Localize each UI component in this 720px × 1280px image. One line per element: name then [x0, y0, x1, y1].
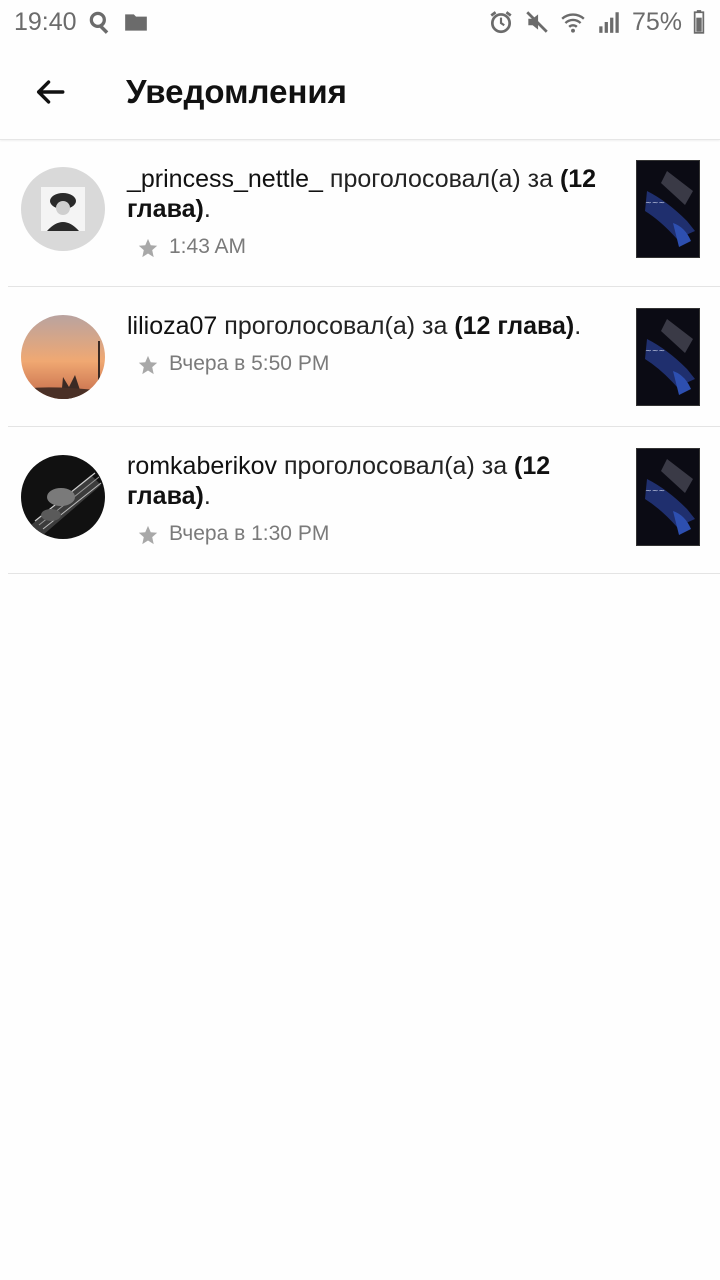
search-icon — [87, 9, 113, 35]
wifi-icon — [560, 9, 586, 35]
star-icon — [137, 524, 159, 546]
notification-content: romkaberikov проголосовал(а) за (12 глав… — [127, 451, 597, 546]
status-time: 19:40 — [14, 7, 77, 36]
notification-message: lilioza07 проголосовал(а) за (12 глава). — [127, 311, 597, 341]
message-suffix: . — [203, 195, 211, 223]
back-button[interactable] — [20, 62, 80, 122]
notification-time: Вчера в 1:30 PM — [169, 521, 330, 545]
arrow-left-icon — [36, 79, 65, 104]
signal-icon — [596, 9, 622, 35]
notification-content: _princess_nettle_ проголосовал(а) за (12… — [127, 164, 597, 259]
message-suffix: . — [574, 312, 582, 340]
mute-icon — [524, 9, 550, 35]
svg-text:~~~: ~~~ — [645, 486, 665, 495]
svg-text:~~~: ~~~ — [645, 346, 665, 355]
notification-meta: Вчера в 1:30 PM — [137, 521, 597, 546]
notification-message: romkaberikov проголосовал(а) за (12 глав… — [127, 451, 597, 511]
alarm-icon — [488, 9, 514, 35]
battery-percent: 75% — [631, 7, 682, 36]
avatar[interactable] — [21, 315, 105, 399]
notification-list: _princess_nettle_ проголосовал(а) за (12… — [0, 140, 720, 574]
notification-row[interactable]: _princess_nettle_ проголосовал(а) за (12… — [8, 140, 720, 287]
action-text: проголосовал(а) за — [217, 312, 455, 340]
notification-content: lilioza07 проголосовал(а) за (12 глава).… — [127, 311, 597, 376]
story-cover[interactable]: ~~~ — [636, 448, 700, 546]
star-icon — [137, 237, 159, 259]
notification-meta: 1:43 AM — [137, 234, 597, 259]
status-bar: 19:40 75% — [0, 0, 720, 44]
action-text: проголосовал(а) за — [322, 165, 560, 193]
username[interactable]: romkaberikov — [127, 452, 277, 480]
notification-row[interactable]: romkaberikov проголосовал(а) за (12 глав… — [8, 427, 720, 574]
message-suffix: . — [203, 482, 211, 510]
notification-meta: Вчера в 5:50 PM — [137, 351, 597, 376]
battery-icon — [692, 9, 706, 35]
star-icon — [137, 354, 159, 376]
story-cover[interactable]: ~~~ — [636, 160, 700, 258]
username[interactable]: _princess_nettle_ — [127, 165, 323, 193]
folder-icon — [123, 9, 149, 35]
story-cover[interactable]: ~~~ — [636, 308, 700, 406]
notification-time: Вчера в 5:50 PM — [169, 351, 330, 375]
notification-time: 1:43 AM — [169, 234, 247, 258]
chapter-link[interactable]: (12 глава) — [454, 312, 574, 340]
avatar[interactable] — [21, 167, 105, 251]
page-title: Уведомления — [126, 72, 347, 110]
status-right: 75% — [488, 8, 706, 37]
username[interactable]: lilioza07 — [127, 312, 217, 340]
action-text: проголосовал(а) за — [277, 452, 515, 480]
avatar[interactable] — [21, 455, 105, 539]
app-bar: Уведомления — [0, 44, 720, 140]
notification-row[interactable]: lilioza07 проголосовал(а) за (12 глава).… — [8, 287, 720, 427]
svg-text:~~~: ~~~ — [645, 198, 665, 207]
status-left: 19:40 — [14, 8, 149, 37]
notification-message: _princess_nettle_ проголосовал(а) за (12… — [127, 164, 597, 224]
